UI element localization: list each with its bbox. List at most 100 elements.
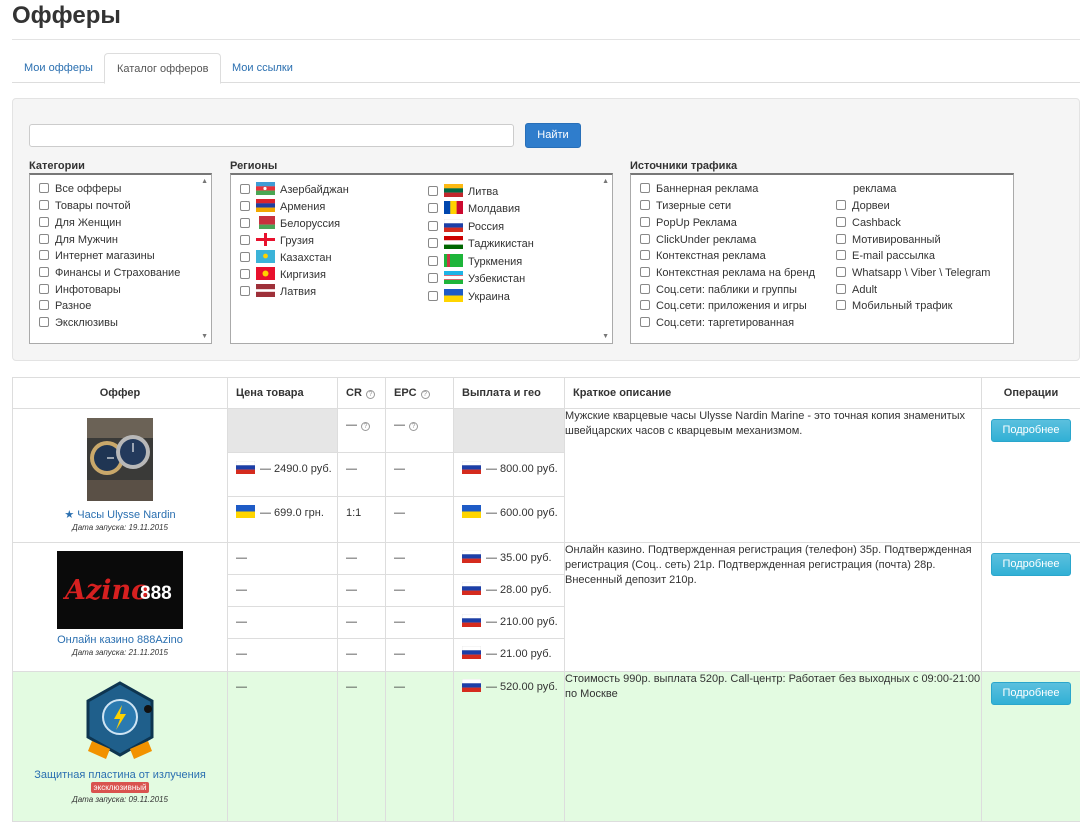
checkbox[interactable] bbox=[240, 235, 250, 245]
checkbox[interactable] bbox=[39, 200, 49, 210]
checkbox[interactable] bbox=[640, 200, 650, 210]
checkbox[interactable] bbox=[39, 234, 49, 244]
checkbox[interactable] bbox=[39, 300, 49, 310]
region-item-belarus[interactable]: Белоруссия bbox=[240, 216, 340, 232]
checkbox[interactable] bbox=[640, 234, 650, 244]
checkbox[interactable] bbox=[428, 203, 438, 213]
checkbox[interactable] bbox=[640, 317, 650, 327]
region-item-turkmenistan[interactable]: Туркмения bbox=[428, 254, 522, 270]
scrollbar[interactable]: ▲ ▼ bbox=[198, 175, 211, 343]
offer-name-link[interactable]: ★ Часы Ulysse Nardin bbox=[13, 508, 227, 521]
offer-image-watch[interactable] bbox=[87, 418, 153, 501]
checkbox[interactable] bbox=[836, 284, 846, 294]
checkbox[interactable] bbox=[836, 234, 846, 244]
checkbox[interactable] bbox=[240, 269, 250, 279]
scroll-up-icon[interactable]: ▲ bbox=[602, 178, 609, 185]
category-item[interactable]: Для Женщин bbox=[39, 216, 121, 232]
category-item[interactable]: Товары почтой bbox=[39, 199, 131, 215]
region-item-lithuania[interactable]: Литва bbox=[428, 184, 498, 200]
checkbox[interactable] bbox=[240, 218, 250, 228]
region-item-azerbaijan[interactable]: Азербайджан bbox=[240, 182, 349, 198]
checkbox[interactable] bbox=[428, 238, 438, 248]
region-item-russia[interactable]: Россия bbox=[428, 219, 504, 235]
checkbox[interactable] bbox=[39, 317, 49, 327]
traffic-item[interactable]: Мобильный трафик bbox=[836, 299, 952, 315]
category-item[interactable]: Эксклюзивы bbox=[39, 316, 118, 332]
region-item-latvia[interactable]: Латвия bbox=[240, 284, 316, 300]
help-icon[interactable]: ? bbox=[361, 422, 370, 431]
traffic-item[interactable]: E-mail рассылка bbox=[836, 249, 935, 265]
region-item-kazakhstan[interactable]: Казахстан bbox=[240, 250, 332, 266]
checkbox[interactable] bbox=[428, 291, 438, 301]
region-item-moldova[interactable]: Молдавия bbox=[428, 201, 520, 217]
checkbox[interactable] bbox=[640, 267, 650, 277]
checkbox[interactable] bbox=[39, 267, 49, 277]
category-item[interactable]: Интернет магазины bbox=[39, 249, 155, 265]
checkbox[interactable] bbox=[640, 250, 650, 260]
region-item-tajikistan[interactable]: Таджикистан bbox=[428, 236, 534, 252]
scroll-down-icon[interactable]: ▼ bbox=[602, 333, 609, 340]
category-item[interactable]: Инфотовары bbox=[39, 283, 121, 299]
checkbox[interactable] bbox=[428, 221, 438, 231]
checkbox[interactable] bbox=[836, 217, 846, 227]
scroll-up-icon[interactable]: ▲ bbox=[201, 178, 208, 185]
traffic-item[interactable]: Соц.сети: таргетированная bbox=[640, 316, 794, 332]
offer-image-azino-logo[interactable]: Azino 888 bbox=[57, 551, 183, 629]
region-item-georgia[interactable]: Грузия bbox=[240, 233, 314, 249]
category-item[interactable]: Все офферы bbox=[39, 182, 121, 198]
category-item[interactable]: Разное bbox=[39, 299, 91, 315]
checkbox[interactable] bbox=[836, 267, 846, 277]
traffic-item[interactable]: Контекстная реклама bbox=[640, 249, 766, 265]
search-input[interactable] bbox=[29, 124, 514, 147]
traffic-item[interactable]: ClickUnder реклама bbox=[640, 233, 756, 249]
checkbox[interactable] bbox=[640, 300, 650, 310]
checkbox[interactable] bbox=[836, 250, 846, 260]
help-icon[interactable]: ? bbox=[421, 390, 430, 399]
traffic-item[interactable]: Дорвеи bbox=[836, 199, 890, 215]
regions-listbox[interactable]: Азербайджан Армения Белоруссия Грузия Ка… bbox=[230, 173, 613, 344]
checkbox[interactable] bbox=[240, 184, 250, 194]
offer-image-shield[interactable] bbox=[78, 679, 162, 763]
offer-name-link[interactable]: Онлайн казино 888Azino bbox=[13, 634, 227, 646]
traffic-item[interactable]: Whatsapp \ Viber \ Telegram bbox=[836, 266, 990, 282]
traffic-sources-listbox[interactable]: Баннерная реклама Тизерные сети PopUp Ре… bbox=[630, 173, 1014, 344]
traffic-item[interactable]: Мотивированный bbox=[836, 233, 941, 249]
category-item[interactable]: Для Мужчин bbox=[39, 233, 118, 249]
details-button[interactable]: Подробнее bbox=[991, 553, 1071, 576]
checkbox[interactable] bbox=[39, 217, 49, 227]
checkbox[interactable] bbox=[428, 186, 438, 196]
tab-my-links[interactable]: Мои ссылки bbox=[220, 53, 305, 84]
traffic-item[interactable]: PopUp Реклама bbox=[640, 216, 737, 232]
checkbox[interactable] bbox=[240, 201, 250, 211]
region-item-uzbekistan[interactable]: Узбекистан bbox=[428, 271, 525, 287]
traffic-item[interactable]: Adult bbox=[836, 283, 877, 299]
checkbox[interactable] bbox=[240, 286, 250, 296]
traffic-item[interactable]: Соц.сети: паблики и группы bbox=[640, 283, 797, 299]
scrollbar[interactable]: ▲ ▼ bbox=[599, 175, 612, 343]
search-button[interactable]: Найти bbox=[525, 123, 581, 148]
traffic-item[interactable]: Соц.сети: приложения и игры bbox=[640, 299, 807, 315]
region-item-armenia[interactable]: Армения bbox=[240, 199, 325, 215]
checkbox[interactable] bbox=[39, 284, 49, 294]
checkbox[interactable] bbox=[640, 183, 650, 193]
help-icon[interactable]: ? bbox=[366, 390, 375, 399]
region-item-ukraine[interactable]: Украина bbox=[428, 289, 510, 305]
traffic-item[interactable]: Контекстная реклама на бренд bbox=[640, 266, 815, 282]
checkbox[interactable] bbox=[39, 250, 49, 260]
tab-offer-catalog[interactable]: Каталог офферов bbox=[104, 53, 221, 84]
checkbox[interactable] bbox=[240, 252, 250, 262]
checkbox[interactable] bbox=[39, 183, 49, 193]
checkbox[interactable] bbox=[836, 200, 846, 210]
checkbox[interactable] bbox=[428, 256, 438, 266]
tab-my-offers[interactable]: Мои офферы bbox=[12, 53, 105, 84]
checkbox[interactable] bbox=[640, 284, 650, 294]
details-button[interactable]: Подробнее bbox=[991, 682, 1071, 705]
checkbox[interactable] bbox=[428, 273, 438, 283]
help-icon[interactable]: ? bbox=[409, 422, 418, 431]
checkbox[interactable] bbox=[836, 300, 846, 310]
traffic-item[interactable]: Cashback bbox=[836, 216, 901, 232]
traffic-item[interactable]: Тизерные сети bbox=[640, 199, 731, 215]
offer-name-link[interactable]: Защитная пластина от излучения bbox=[13, 769, 227, 781]
checkbox[interactable] bbox=[640, 217, 650, 227]
scroll-down-icon[interactable]: ▼ bbox=[201, 333, 208, 340]
